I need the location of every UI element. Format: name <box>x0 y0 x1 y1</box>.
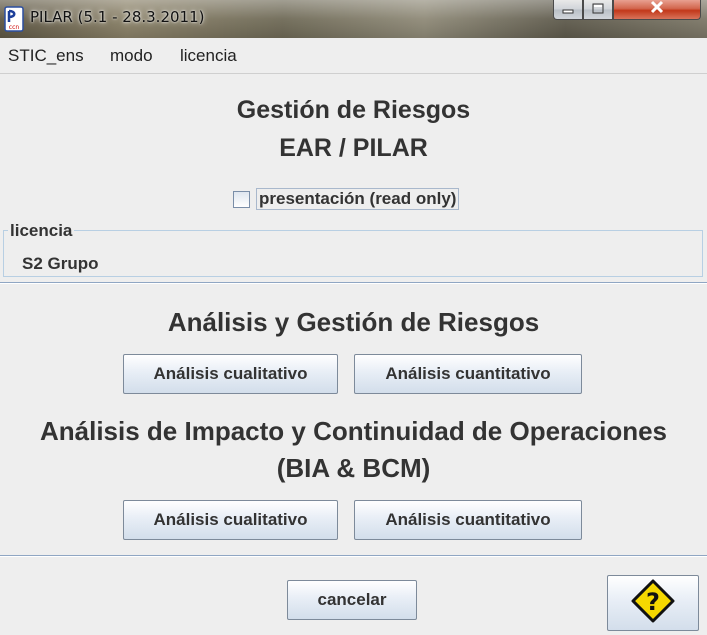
license-group <box>3 230 703 277</box>
page-title: Gestión de Riesgos <box>236 96 471 124</box>
divider <box>0 282 707 284</box>
menu-item-licencia[interactable]: licencia <box>180 46 237 66</box>
bia-quantitative-button[interactable]: Análisis cuantitativo <box>354 500 582 540</box>
menu-bar: STIC_ens modo licencia <box>0 38 707 74</box>
maximize-button[interactable] <box>583 0 613 20</box>
risk-quantitative-button[interactable]: Análisis cuantitativo <box>354 354 582 394</box>
close-button[interactable] <box>613 0 701 20</box>
bia-section-title: Análisis de Impacto y Continuidad de Ope… <box>39 416 668 446</box>
license-value: S2 Grupo <box>22 254 99 273</box>
cancel-button[interactable]: cancelar <box>287 580 417 620</box>
presentation-checkbox-label[interactable]: presentación (read only) <box>256 188 460 210</box>
risk-qualitative-button[interactable]: Análisis cualitativo <box>123 354 338 394</box>
page-subtitle: EAR / PILAR <box>279 134 428 162</box>
maximize-icon <box>592 1 604 19</box>
minimize-icon <box>562 1 574 19</box>
bia-section-subtitle: (BIA & BCM) <box>276 453 431 483</box>
app-icon: ccn <box>4 6 24 32</box>
bia-qualitative-button[interactable]: Análisis cualitativo <box>123 500 338 540</box>
svg-text:ccn: ccn <box>9 24 20 31</box>
license-legend: licencia <box>8 221 75 241</box>
presentation-checkbox[interactable] <box>233 190 250 208</box>
svg-text:?: ? <box>646 588 660 616</box>
risk-section-title: Análisis y Gestión de Riesgos <box>167 307 540 337</box>
help-diamond-icon: ? <box>631 579 675 628</box>
divider <box>0 555 707 557</box>
menu-item-stic-ens[interactable]: STIC_ens <box>8 46 84 66</box>
menu-item-modo[interactable]: modo <box>110 46 153 66</box>
title-bar[interactable]: ccn PILAR (5.1 - 28.3.2011) <box>0 0 707 38</box>
close-icon <box>649 0 665 19</box>
presentation-checkbox-row[interactable]: presentación (read only) <box>233 188 460 210</box>
window-title: PILAR (5.1 - 28.3.2011) <box>30 8 205 26</box>
minimize-button[interactable] <box>553 0 583 20</box>
help-button[interactable]: ? <box>607 575 699 631</box>
